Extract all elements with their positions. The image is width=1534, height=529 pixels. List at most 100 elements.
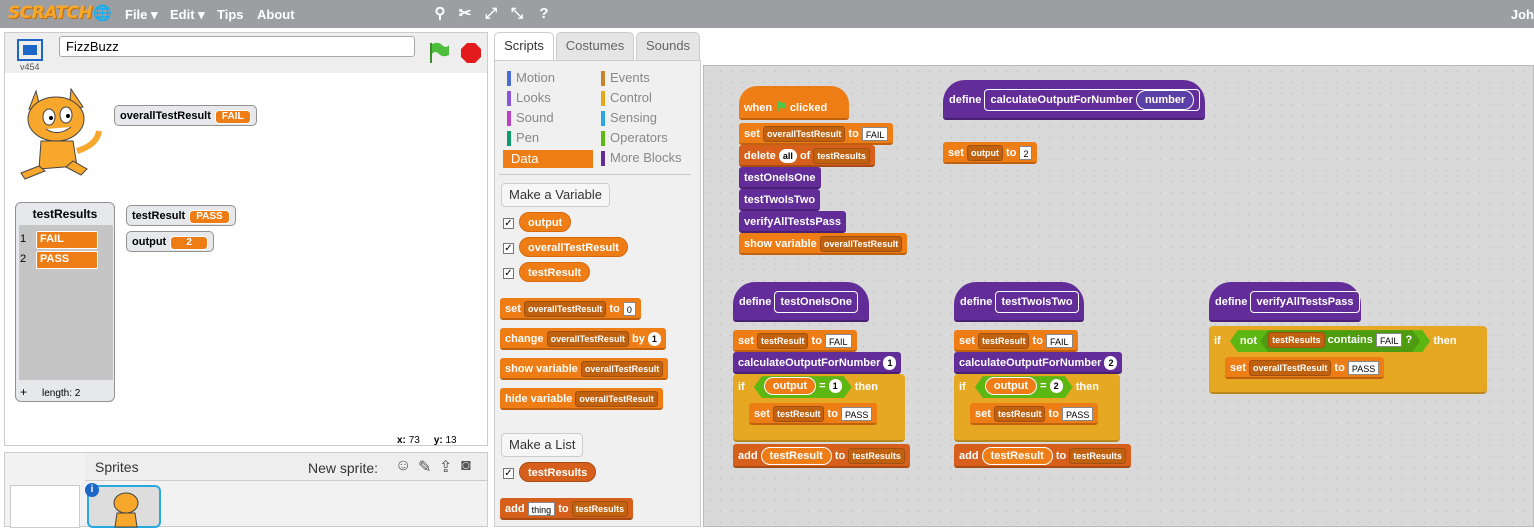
stage-pane: v454 FizzBuzz overallTestResult FAIL test… <box>4 32 488 446</box>
category-events[interactable]: Events <box>601 70 650 87</box>
sprite-thumbnail-cat[interactable]: i <box>85 483 161 528</box>
call-test-one-is-one[interactable]: testOneIsOne <box>739 167 821 189</box>
list-monitor-test-results[interactable]: testResults 1 FAIL 2 PASS + length: 2 <box>15 202 115 402</box>
set-test-result-pass-2[interactable]: set testResult to PASS <box>970 403 1099 425</box>
user-name[interactable]: Joh <box>1511 7 1534 22</box>
category-operators[interactable]: Operators <box>601 130 668 147</box>
list-dropdown[interactable]: testResults <box>571 501 629 518</box>
checkbox-output[interactable]: ✓ <box>503 218 514 229</box>
cat-sprite[interactable] <box>11 81 105 181</box>
call-calculate-output-2[interactable]: calculateOutputForNumber 2 <box>954 352 1123 374</box>
menu-about[interactable]: About <box>257 7 295 22</box>
reporter-output[interactable]: output <box>519 212 572 232</box>
monitor-label: testResult <box>132 210 186 222</box>
help-icon[interactable]: ? <box>535 5 553 23</box>
checkbox-overall[interactable]: ✓ <box>503 243 514 254</box>
cat-thumbnail-icon <box>113 492 139 528</box>
block-palette: Motion Events Looks Control Sound Sensin… <box>494 60 701 527</box>
monitor-output[interactable]: output 2 <box>126 231 215 252</box>
monitor-value: PASS <box>189 210 230 224</box>
set-test-result-fail[interactable]: set testResult to FAIL <box>733 330 857 352</box>
x-label: x: <box>397 435 406 446</box>
menu-tips[interactable]: Tips <box>217 7 244 22</box>
call-test-two-is-two[interactable]: testTwoIsTwo <box>739 189 821 211</box>
menu-bar: SCRATCH 🌐 File ▾ Edit ▾ Tips About ⚲ ✂ ⤢… <box>0 0 1534 28</box>
globe-icon[interactable]: 🌐 <box>93 5 112 23</box>
category-control[interactable]: Control <box>601 90 652 107</box>
set-test-result-fail-2[interactable]: set testResult to FAIL <box>954 330 1078 352</box>
define-test-one-is-one[interactable]: define testOneIsOne <box>733 282 869 322</box>
info-icon[interactable]: i <box>85 483 99 497</box>
green-flag-icon[interactable] <box>428 41 450 65</box>
shrink-icon[interactable]: ⤡ <box>508 5 526 23</box>
checkbox-test-results[interactable]: ✓ <box>503 468 514 479</box>
presentation-mode-icon[interactable] <box>17 39 43 61</box>
category-motion[interactable]: Motion <box>507 70 555 87</box>
set-test-result-pass[interactable]: set testResult to PASS <box>749 403 878 425</box>
category-sound[interactable]: Sound <box>507 110 554 127</box>
scratch-logo[interactable]: SCRATCH <box>8 3 93 23</box>
call-verify-all-tests-pass[interactable]: verifyAllTestsPass <box>739 211 847 233</box>
if-header: if output = 1 then <box>733 374 883 400</box>
reporter-test-result[interactable]: testResult <box>519 262 591 282</box>
add-test-result-block[interactable]: add testResult to testResults <box>733 444 910 468</box>
y-label: y: <box>433 435 443 446</box>
when-flag-clicked-hat[interactable]: when ⚑ clicked <box>739 86 849 120</box>
make-variable-button[interactable]: Make a Variable <box>501 183 610 207</box>
set-overall-fail-block[interactable]: set overallTestResult to FAIL <box>739 123 894 145</box>
category-looks[interactable]: Looks <box>507 90 551 107</box>
category-more-blocks[interactable]: More Blocks <box>601 150 682 167</box>
add-test-result-block-2[interactable]: add testResult to testResults <box>954 444 1131 468</box>
palette-change-block[interactable]: change overallTestResult by 1 <box>500 328 666 350</box>
monitor-overall-test-result[interactable]: overallTestResult FAIL <box>114 105 257 126</box>
cut-icon[interactable]: ✂ <box>456 5 474 23</box>
tab-sounds[interactable]: Sounds <box>636 32 700 60</box>
menu-file[interactable]: File ▾ <box>125 7 158 23</box>
project-name-field[interactable]: FizzBuzz <box>59 36 415 57</box>
checkbox-test-result[interactable]: ✓ <box>503 268 514 279</box>
variable-dropdown[interactable]: overallTestResult <box>523 301 607 318</box>
menu-edit[interactable]: Edit ▾ <box>170 7 205 23</box>
define-test-two-is-two[interactable]: define testTwoIsTwo <box>954 282 1084 322</box>
scripts-area[interactable]: when ⚑ clicked set overallTestResult to … <box>703 65 1534 527</box>
palette-hide-variable-block[interactable]: hide variable overallTestResult <box>500 388 663 410</box>
define-calculate-output[interactable]: define calculateOutputForNumber number <box>943 80 1205 120</box>
call-calculate-output-1[interactable]: calculateOutputForNumber 1 <box>733 352 902 374</box>
upload-icon[interactable]: ⇪ <box>439 457 452 477</box>
delete-all-block[interactable]: delete all of testResults <box>739 145 875 167</box>
list-item[interactable]: PASS <box>36 251 98 269</box>
palette-set-block[interactable]: set overallTestResult to 0 <box>500 298 641 320</box>
list-add-icon[interactable]: + <box>20 385 27 399</box>
make-list-button[interactable]: Make a List <box>501 433 584 457</box>
duplicate-icon[interactable]: ⚲ <box>431 5 449 23</box>
reporter-overall-test-result[interactable]: overallTestResult <box>519 237 628 257</box>
category-sensing[interactable]: Sensing <box>601 110 657 127</box>
list-item[interactable]: FAIL <box>36 231 98 249</box>
if-header: if output = 2 then <box>954 374 1104 400</box>
show-variable-block[interactable]: show variable overallTestResult <box>739 233 908 255</box>
tab-costumes[interactable]: Costumes <box>556 32 634 60</box>
category-data[interactable]: Data <box>503 150 593 168</box>
define-verify-all-tests-pass[interactable]: define verifyAllTestsPass <box>1209 282 1361 322</box>
grow-icon[interactable]: ⤢ <box>482 5 500 23</box>
tab-scripts[interactable]: Scripts <box>494 32 554 60</box>
reporter-test-results-list[interactable]: testResults <box>519 462 597 482</box>
variable-dropdown[interactable]: overallTestResult <box>546 331 629 348</box>
list-length: length: 2 <box>42 388 81 399</box>
palette-add-block[interactable]: add thing to testResults <box>500 498 634 520</box>
stop-icon[interactable] <box>460 42 482 64</box>
stage-thumbnail[interactable] <box>10 485 80 528</box>
set-overall-pass-block[interactable]: set overallTestResult to PASS <box>1225 357 1385 379</box>
choose-sprite-icon[interactable]: ☺ <box>395 457 411 475</box>
monitor-label: overallTestResult <box>120 110 211 122</box>
palette-show-variable-block[interactable]: show variable overallTestResult <box>500 358 669 380</box>
paint-brush-icon[interactable]: ✎ <box>418 457 431 477</box>
variable-dropdown[interactable]: overallTestResult <box>580 361 664 378</box>
monitor-test-result[interactable]: testResult PASS <box>126 205 236 226</box>
category-pen[interactable]: Pen <box>507 130 539 147</box>
monitor-value: FAIL <box>214 110 251 124</box>
stage-canvas[interactable]: overallTestResult FAIL testResults 1 FAIL… <box>5 74 487 432</box>
set-output-block[interactable]: set output to 2 <box>943 142 1038 164</box>
camera-icon[interactable]: ◙ <box>461 457 471 475</box>
variable-dropdown[interactable]: overallTestResult <box>575 391 658 408</box>
